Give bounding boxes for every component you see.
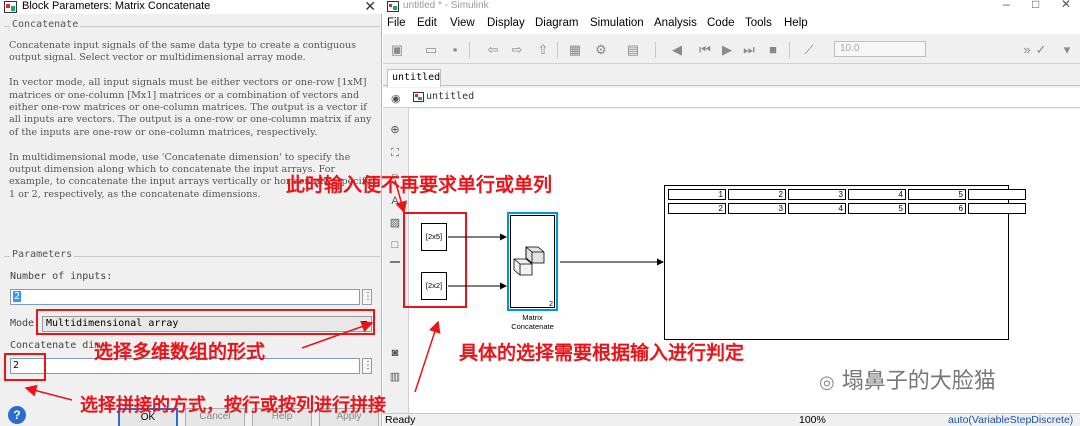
annotation-mode-note: 选择多维数组的形式 — [94, 341, 266, 363]
display-cell: 3 — [788, 189, 846, 200]
display-block[interactable]: 1 2 3 4 5 2 3 4 5 6 — [664, 185, 1026, 340]
wechat-icon: ◎ — [819, 372, 835, 393]
display-cell: 5 — [848, 203, 906, 214]
display-cell: 4 — [788, 203, 846, 214]
matrix-concatenate-label: Matrix Concatenate — [511, 313, 554, 331]
display-cell: 6 — [908, 203, 966, 214]
annotation-selection-note: 具体的选择需要根据输入进行判定 — [459, 342, 745, 364]
annotation-arrow-4 — [24, 384, 73, 401]
display-cell: 2 — [728, 189, 786, 200]
annotation-concat-note: 选择拼接的方式，按行或按列进行拼接 — [80, 395, 386, 416]
display-cell: 2 — [668, 203, 726, 214]
display-cell: 5 — [908, 189, 966, 200]
port-count: 2 — [549, 301, 553, 308]
display-cell: 4 — [848, 189, 906, 200]
display-cell: 3 — [728, 203, 786, 214]
watermark: ◎ 塌鼻子的大脸猫 — [819, 363, 996, 395]
watermark-text: 塌鼻子的大脸猫 — [841, 369, 996, 394]
matrix-concatenate-block[interactable]: 2 — [507, 212, 558, 311]
annotation-input-note: 此时输入便不再要求单行或单列 — [286, 174, 553, 196]
annotation-arrow-3 — [414, 320, 441, 393]
display-cell — [968, 203, 1026, 214]
display-cell: 1 — [668, 189, 726, 200]
annotation-arrow-2 — [301, 320, 374, 349]
concatenate-cubes-icon — [513, 246, 545, 276]
display-cell — [968, 189, 1026, 200]
